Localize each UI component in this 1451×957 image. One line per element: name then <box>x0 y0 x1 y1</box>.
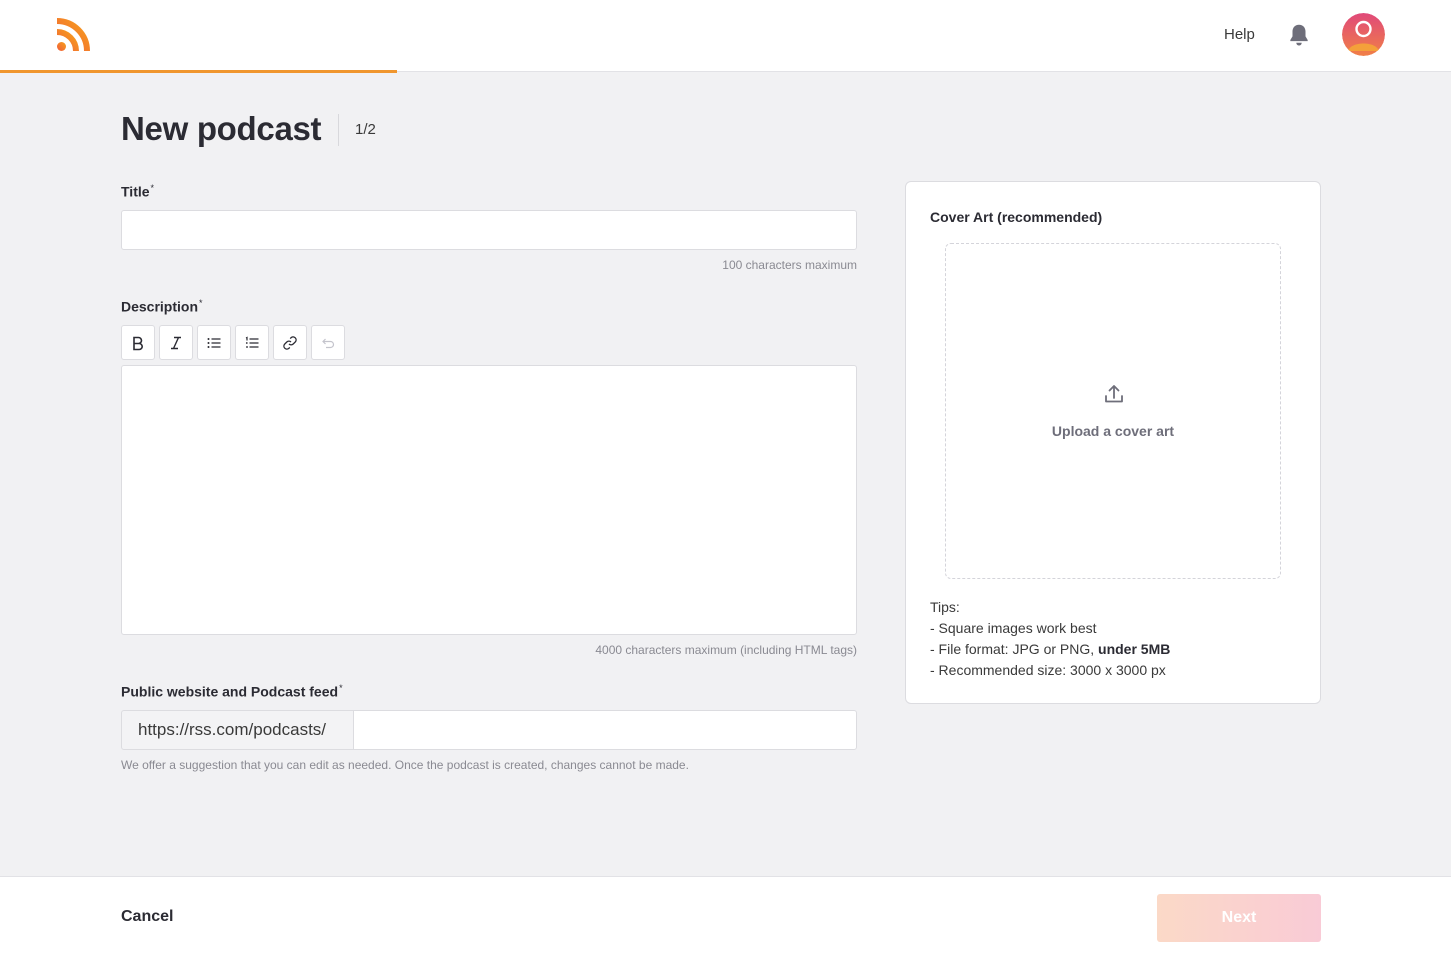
user-avatar[interactable] <box>1342 13 1385 56</box>
next-button[interactable]: Next <box>1157 894 1321 942</box>
page-title: New podcast <box>121 110 322 147</box>
link-button[interactable] <box>273 325 307 360</box>
bullet-list-button[interactable] <box>197 325 231 360</box>
undo-button[interactable] <box>311 325 345 360</box>
help-link[interactable]: Help <box>1224 26 1255 43</box>
numbered-list-button[interactable] <box>235 325 269 360</box>
tip-item: - File format: JPG or PNG, under 5MB <box>930 641 1171 657</box>
upload-icon <box>1105 385 1123 403</box>
cover-tips: Tips: - Square images work best - File f… <box>930 597 1170 681</box>
cover-art-title: Cover Art (recommended) <box>930 209 1103 225</box>
tips-heading: Tips: <box>930 599 960 615</box>
bell-icon[interactable] <box>1286 22 1312 48</box>
step-indicator: 1/2 <box>355 121 376 138</box>
description-editor[interactable] <box>121 365 857 635</box>
progress-bar <box>0 70 397 73</box>
top-bar: Help <box>0 0 1451 73</box>
feed-url-prefix: https://rss.com/podcasts/ <box>121 710 354 750</box>
cover-art-card: Cover Art (recommended) Upload a cover a… <box>905 181 1321 704</box>
footer-bar: Cancel Next <box>0 876 1451 957</box>
tip-item: - Recommended size: 3000 x 3000 px <box>930 662 1166 678</box>
title-hint: 100 characters maximum <box>722 258 857 272</box>
link-icon <box>283 335 297 350</box>
numbered-list-icon <box>245 336 259 348</box>
title-input[interactable] <box>121 210 857 250</box>
undo-icon <box>322 338 335 348</box>
bullet-list-icon <box>207 337 221 348</box>
bold-button[interactable] <box>121 325 155 360</box>
feed-hint: We offer a suggestion that you can edit … <box>121 758 689 772</box>
tip-item: - Square images work best <box>930 620 1097 636</box>
cover-upload-dropzone[interactable]: Upload a cover art <box>945 243 1281 579</box>
upload-label: Upload a cover art <box>1051 423 1175 439</box>
rss-logo-icon[interactable] <box>56 18 90 52</box>
description-hint: 4000 characters maximum (including HTML … <box>595 643 857 657</box>
cancel-button[interactable]: Cancel <box>121 908 173 926</box>
title-divider <box>338 114 339 146</box>
description-label: Description* <box>121 298 203 315</box>
feed-slug-input[interactable] <box>353 710 857 750</box>
feed-label: Public website and Podcast feed* <box>121 683 343 700</box>
title-label: Title* <box>121 183 155 200</box>
italic-icon <box>171 336 181 349</box>
bold-icon <box>133 336 143 350</box>
italic-button[interactable] <box>159 325 193 360</box>
